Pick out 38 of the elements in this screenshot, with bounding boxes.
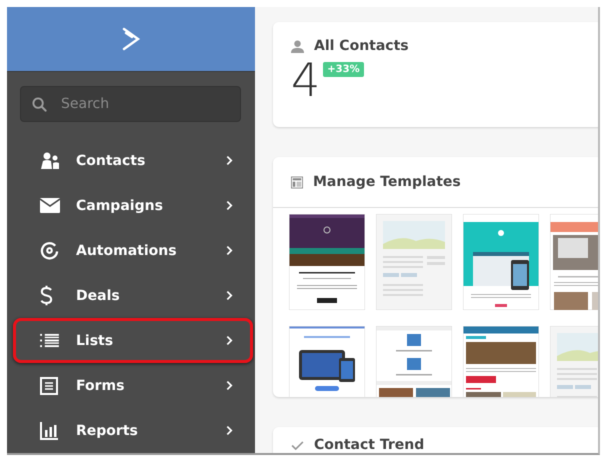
form-icon	[40, 376, 58, 394]
check-icon	[291, 440, 304, 450]
chevron-right-icon	[226, 380, 233, 391]
nav-item[interactable]: Automations	[13, 228, 253, 273]
card-title: Manage Templates	[313, 174, 461, 190]
search-field[interactable]: Search	[20, 86, 241, 122]
chevron-right-icon	[226, 335, 233, 346]
template-thumbnail[interactable]	[376, 326, 452, 397]
chevron-right-icon	[226, 155, 233, 166]
template-thumbnail[interactable]	[463, 326, 539, 397]
bar-chart-icon	[40, 422, 58, 440]
people-icon	[40, 152, 60, 170]
nav-item[interactable]: Forms	[13, 363, 253, 408]
dollar-icon	[40, 285, 53, 306]
nav-item[interactable]: Lists	[13, 318, 253, 363]
list-icon	[40, 333, 59, 348]
template-thumbnail[interactable]	[463, 214, 539, 310]
search-icon	[32, 97, 47, 112]
gear-cycle-icon	[40, 241, 59, 260]
nav-item[interactable]: Contacts	[13, 138, 253, 183]
template-thumbnail[interactable]	[289, 214, 365, 310]
envelope-icon	[40, 198, 60, 213]
nav-item[interactable]: Campaigns	[13, 183, 253, 228]
person-icon	[291, 40, 304, 52]
nav-item[interactable]: Deals	[13, 273, 253, 318]
card-title: Contact Trend	[314, 437, 424, 453]
chevron-right-icon	[226, 425, 233, 436]
template-thumbnail[interactable]	[289, 326, 365, 397]
card-title: All Contacts	[314, 38, 409, 54]
template-icon	[291, 176, 303, 188]
chevron-logo-icon[interactable]	[121, 27, 141, 51]
template-thumbnail[interactable]	[376, 214, 452, 310]
nav-item[interactable]: Reports	[13, 408, 253, 453]
chevron-right-icon	[226, 290, 233, 301]
chevron-right-icon	[226, 245, 233, 256]
change-badge: +33%	[323, 62, 364, 77]
chevron-right-icon	[226, 200, 233, 211]
contact-count: 4	[291, 56, 320, 104]
